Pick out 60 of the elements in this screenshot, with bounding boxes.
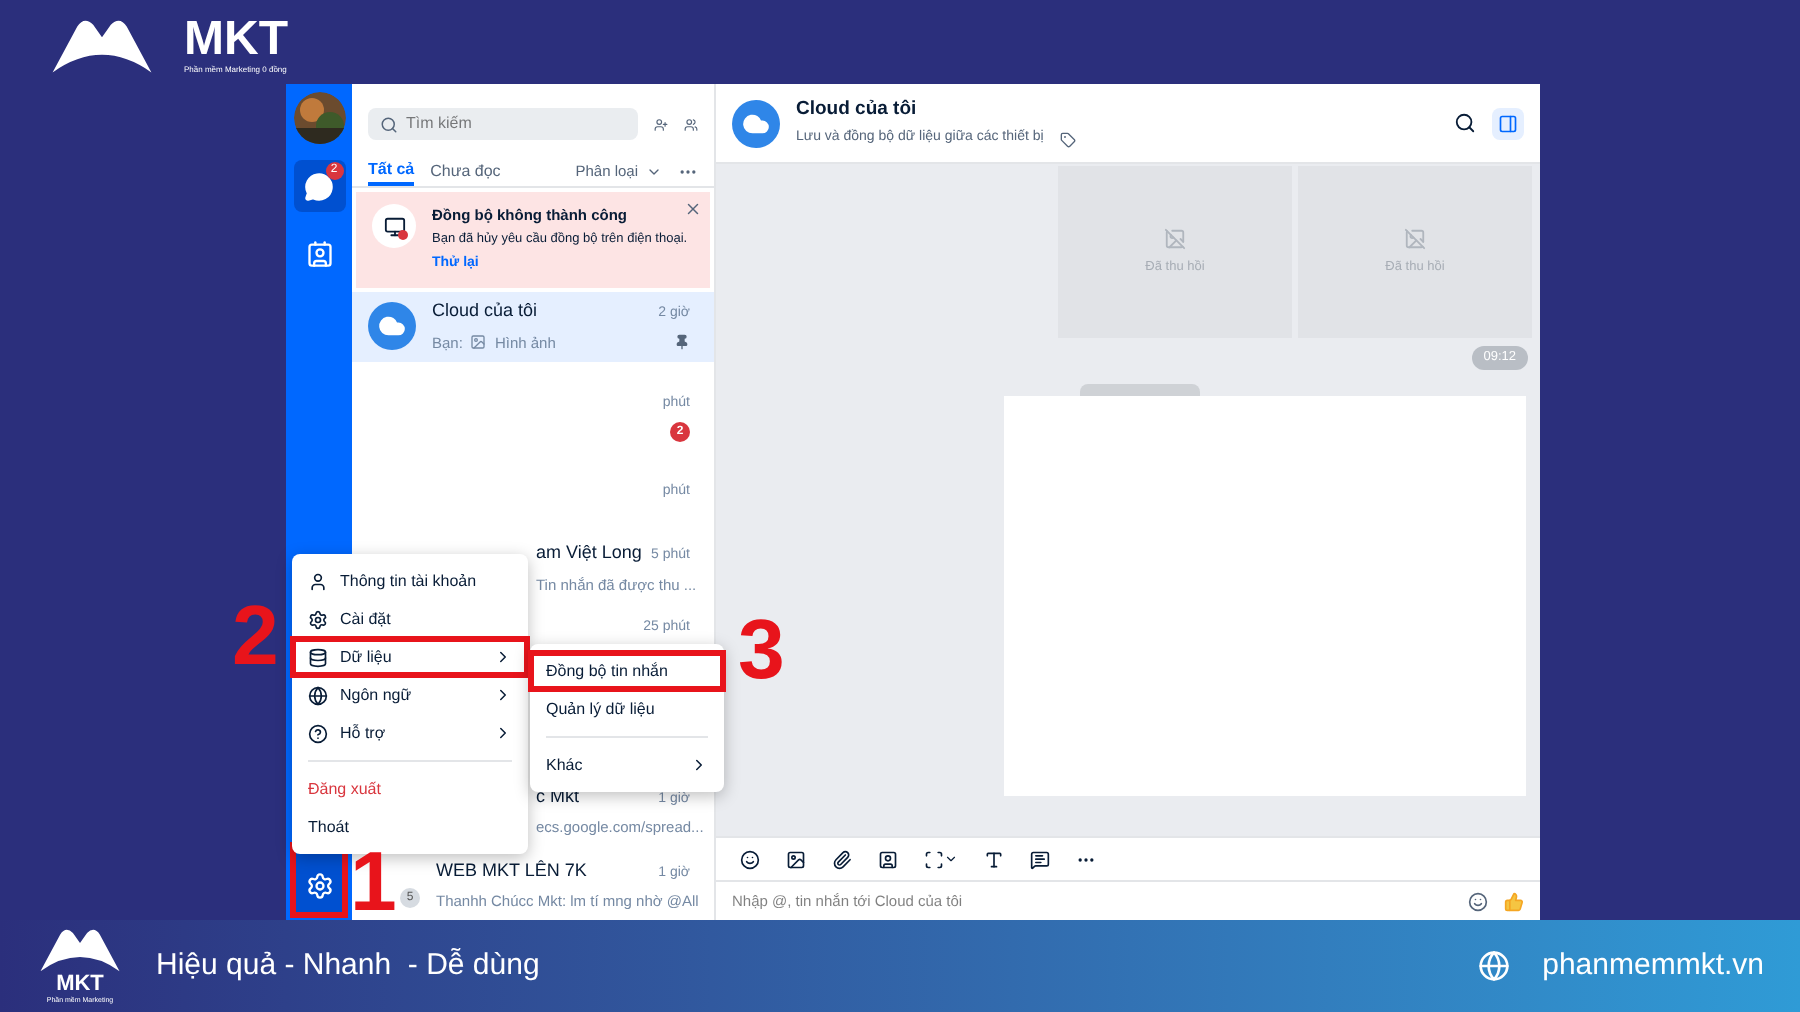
emoji-icon[interactable] bbox=[1468, 891, 1488, 911]
text-format-icon[interactable] bbox=[984, 849, 1004, 869]
monitor-error-icon bbox=[372, 204, 416, 248]
close-icon[interactable] bbox=[684, 200, 702, 218]
brand-logo-text: MKT bbox=[184, 16, 288, 64]
panel-toggle-button[interactable] bbox=[1492, 107, 1524, 139]
search-field[interactable]: Tìm kiếm bbox=[368, 108, 638, 140]
logo-icon bbox=[36, 925, 124, 974]
search-icon bbox=[380, 115, 398, 133]
step-number: 3 bbox=[738, 608, 785, 692]
filter-tab[interactable]: Chưa đọc bbox=[430, 156, 501, 186]
filter-tab[interactable]: Tất cả bbox=[368, 156, 415, 186]
menu-item[interactable]: Thoát bbox=[292, 808, 528, 846]
image-icon bbox=[1164, 227, 1186, 250]
step-number: 2 bbox=[232, 594, 279, 678]
chevron-right-icon bbox=[494, 724, 512, 742]
contact-card-icon[interactable] bbox=[878, 849, 898, 869]
menu-item[interactable]: Ngôn ngữ bbox=[292, 676, 528, 714]
menu-item[interactable]: Quản lý dữ liệu bbox=[530, 690, 724, 728]
globe-icon bbox=[308, 685, 328, 705]
settings-icon bbox=[305, 872, 333, 900]
create-group-icon[interactable] bbox=[684, 113, 698, 135]
tag-icon bbox=[1059, 131, 1076, 148]
footer-logo-text: MKT bbox=[56, 973, 104, 996]
globe-icon bbox=[1478, 950, 1511, 982]
image-icon bbox=[470, 334, 487, 351]
image-icon[interactable] bbox=[786, 849, 806, 869]
database-icon bbox=[308, 647, 328, 667]
panel-icon bbox=[1498, 113, 1518, 133]
step-number: 1 bbox=[350, 840, 397, 924]
website-url: phanmemmkt.vn bbox=[1542, 945, 1764, 986]
user-icon bbox=[308, 571, 328, 591]
menu-item[interactable]: Đồng bộ tin nhắn bbox=[530, 652, 724, 690]
cloud-icon bbox=[742, 109, 770, 137]
search-input[interactable]: Tìm kiếm bbox=[406, 112, 626, 136]
sticker-icon[interactable] bbox=[740, 849, 760, 869]
menu-item[interactable]: Khác bbox=[530, 746, 724, 784]
contact-name: WEB MKT LÊN 7K bbox=[436, 857, 587, 884]
add-friend-icon[interactable] bbox=[654, 113, 668, 135]
quick-message-icon[interactable] bbox=[1030, 849, 1050, 869]
image-icon bbox=[1404, 227, 1426, 250]
chevron-right-icon bbox=[494, 648, 512, 666]
help-icon bbox=[308, 723, 328, 743]
attach-icon[interactable] bbox=[832, 849, 852, 869]
contact-name: am Việt Long bbox=[536, 540, 642, 567]
settings-icon bbox=[308, 609, 328, 629]
cloud-icon bbox=[378, 312, 406, 341]
chevron-right-icon bbox=[690, 756, 708, 774]
screenshot-icon[interactable] bbox=[924, 849, 958, 869]
menu-item[interactable]: Dữ liệu bbox=[292, 638, 528, 676]
thumbs-up-icon[interactable] bbox=[1504, 891, 1524, 911]
slogan: Hiệu quả - Nhanh - Dễ dùng bbox=[156, 945, 540, 986]
chat-icon bbox=[304, 171, 334, 201]
contact-name: Cloud của tôi bbox=[432, 298, 538, 325]
contacts-icon bbox=[305, 240, 333, 268]
search-icon[interactable] bbox=[1454, 112, 1476, 134]
menu-item[interactable]: Hỗ trợ bbox=[292, 714, 528, 752]
chat-title: Cloud của tôi bbox=[796, 96, 919, 125]
menu-item[interactable]: Đăng xuất bbox=[292, 770, 528, 808]
chevron-right-icon bbox=[494, 686, 512, 704]
